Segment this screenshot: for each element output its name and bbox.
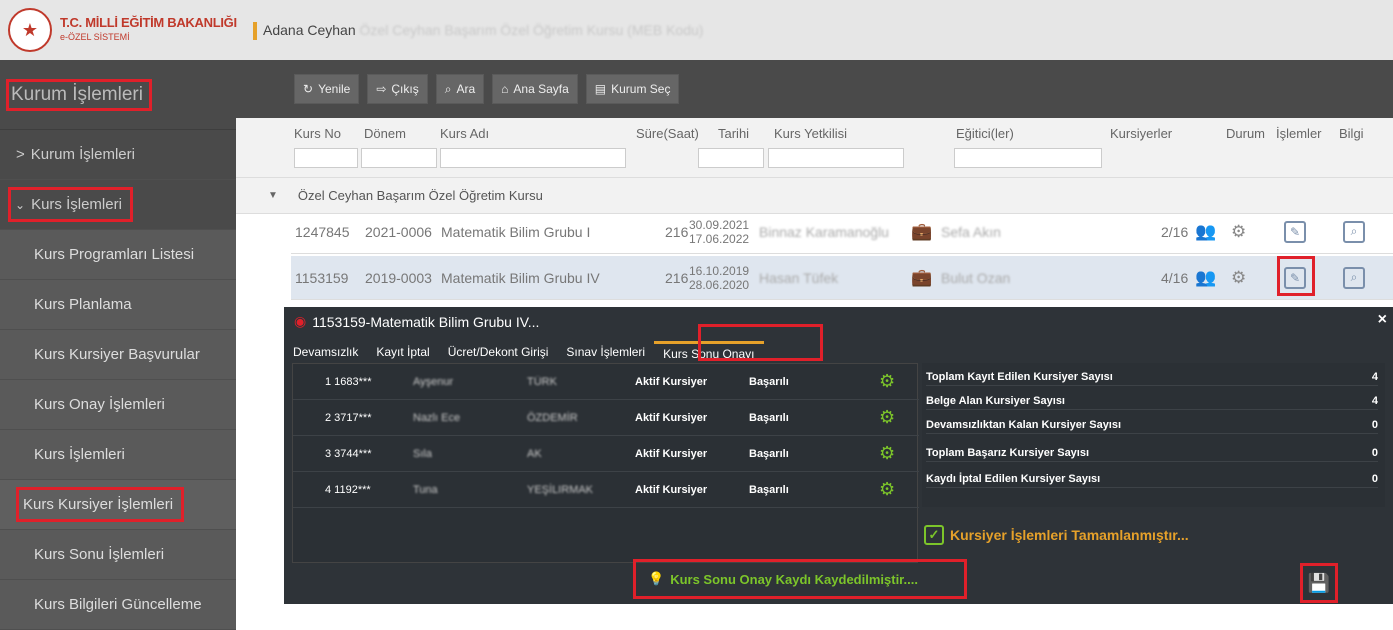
institution-icon: ▤ bbox=[594, 82, 607, 96]
saved-message: 💡 Kurs Sonu Onay Kaydı Kaydedilmiştir...… bbox=[633, 559, 967, 599]
stat-certificate: Belge Alan Kursiyer Sayısı 4 bbox=[926, 395, 1378, 410]
refresh-icon: ↻ bbox=[303, 82, 314, 96]
col-durum[interactable]: Durum bbox=[1226, 126, 1265, 141]
home-icon: ⌂ bbox=[501, 82, 509, 96]
lightbulb-icon: 💡 bbox=[648, 571, 665, 586]
sidebar-item-kurs-sonu-islemleri[interactable]: Kurs Sonu İşlemleri bbox=[0, 530, 236, 580]
tab-highlight bbox=[698, 324, 823, 361]
sidebar-item-kurs-onay-islemleri[interactable]: Kurs Onay İşlemleri bbox=[0, 380, 236, 430]
course-end-dialog: ◉ 1153159-Matematik Bilim Grubu IV... × … bbox=[284, 307, 1393, 604]
stat-failed: Toplam Başarız Kursiyer Sayısı 0 bbox=[926, 447, 1378, 462]
stats-panel: Toplam Kayıt Edilen Kursiyer Sayısı 4 Bel… bbox=[922, 363, 1385, 507]
stat-cancelled: Kaydı İptal Edilen Kursiyer Sayısı 0 bbox=[926, 473, 1378, 488]
grid-header: Kurs No Dönem Kurs Adı Süre(Saat) Tarihi… bbox=[236, 118, 1393, 178]
filter-donem[interactable] bbox=[361, 148, 437, 168]
edit-note-highlight bbox=[1277, 256, 1315, 296]
tab-kayit-iptal[interactable]: Kayıt İptal bbox=[367, 341, 438, 363]
meb-logo[interactable]: ★ T.C. MİLLİ EĞİTİM BAKANLIĞI e-ÖZEL SİS… bbox=[8, 8, 237, 52]
toolbar: ↻ Yenile ⇨ Çıkış ⌕ Ara ⌂ Ana Sayfa ▤ Kurum Se… bbox=[236, 60, 1393, 118]
refresh-button[interactable]: ↻ Yenile bbox=[294, 74, 360, 104]
exit-icon: ⇨ bbox=[376, 82, 387, 96]
col-bilgi[interactable]: Bilgi bbox=[1339, 126, 1364, 141]
gear-icon[interactable]: ⚙ bbox=[1231, 268, 1246, 288]
check-icon: ✓ bbox=[924, 525, 944, 545]
sidebar-item-kurum-islemleri[interactable]: > Kurum İşlemleri bbox=[0, 130, 236, 180]
logo-subtitle: e-ÖZEL SİSTEMİ bbox=[60, 32, 130, 42]
save-icon: 💾 bbox=[1307, 572, 1331, 593]
users-icon[interactable]: 👥 bbox=[1195, 268, 1216, 288]
filter-egitici[interactable] bbox=[954, 148, 1102, 168]
sidebar-header[interactable]: Kurum İşlemleri bbox=[0, 60, 236, 130]
list-item[interactable]: 1 1683*** Ayşenur TÜRK Aktif Kursiyer Ba… bbox=[293, 364, 919, 400]
tab-ucret-dekont[interactable]: Ücret/Dekont Girişi bbox=[439, 341, 558, 363]
close-icon[interactable]: × bbox=[1378, 311, 1387, 329]
sidebar-item-kurs-programlari-listesi[interactable]: Kurs Programları Listesi bbox=[0, 230, 236, 280]
top-bar: ★ T.C. MİLLİ EĞİTİM BAKANLIĞI e-ÖZEL SİS… bbox=[0, 0, 1393, 60]
tab-sinav-islemleri[interactable]: Sınav İşlemleri bbox=[557, 341, 654, 363]
gear-icon[interactable]: ⚙ bbox=[1231, 222, 1246, 242]
briefcase-icon: 💼 bbox=[911, 221, 933, 241]
gear-icon[interactable]: ⚙ bbox=[879, 371, 895, 392]
col-tarihi[interactable]: Tarihi bbox=[718, 126, 749, 141]
sidebar-item-kurs-islemleri[interactable]: ⌄ Kurs İşlemleri bbox=[0, 180, 236, 230]
col-kurs-yetkilisi[interactable]: Kurs Yetkilisi bbox=[774, 126, 847, 141]
dialog-title: ◉ 1153159-Matematik Bilim Grubu IV... bbox=[294, 313, 540, 330]
sidebar-item-kurs-bilgileri-guncelleme[interactable]: Kurs Bilgileri Güncelleme bbox=[0, 580, 236, 630]
col-donem[interactable]: Dönem bbox=[364, 126, 406, 141]
sidebar-item-kurs-islemleri-sub[interactable]: Kurs İşlemleri bbox=[0, 430, 236, 480]
sidebar-item-kurs-kursiyer-islemleri[interactable]: Kurs Kursiyer İşlemleri bbox=[0, 480, 236, 530]
list-item[interactable]: 4 1192*** Tuna YEŞİLIRMAK Aktif Kursiyer… bbox=[293, 472, 919, 508]
completion-message: ✓ Kursiyer İşlemleri Tamamlanmıştır... bbox=[924, 525, 1189, 545]
home-button[interactable]: ⌂ Ana Sayfa bbox=[492, 74, 578, 104]
title-separator bbox=[253, 22, 257, 40]
filter-kurs-adi[interactable] bbox=[440, 148, 626, 168]
filter-kurs-yetkilisi[interactable] bbox=[768, 148, 904, 168]
tab-devamsizlik[interactable]: Devamsızlık bbox=[284, 341, 367, 363]
users-icon[interactable]: 👥 bbox=[1195, 222, 1216, 242]
search-icon: ⌕ bbox=[444, 81, 452, 96]
table-row[interactable]: 1247845 2021-0006 Matematik Bilim Grubu … bbox=[291, 210, 1393, 254]
filter-kurs-no[interactable] bbox=[294, 148, 358, 168]
filter-tarihi[interactable] bbox=[698, 148, 764, 168]
group-label: Özel Ceyhan Başarım Özel Öğretim Kursu bbox=[297, 188, 543, 203]
gear-icon[interactable]: ⚙ bbox=[879, 407, 895, 428]
institution-title: Adana Ceyhan Özel Ceyhan Başarım Özel Öğ… bbox=[263, 22, 704, 38]
stat-total: Toplam Kayıt Edilen Kursiyer Sayısı 4 bbox=[926, 371, 1378, 386]
table-row-selected[interactable]: 1153159 2019-0003 Matematik Bilim Grubu … bbox=[291, 256, 1393, 300]
briefcase-icon: 💼 bbox=[911, 267, 933, 287]
edit-note-icon[interactable]: ✎ bbox=[1284, 220, 1306, 243]
save-button[interactable]: 💾 bbox=[1300, 563, 1338, 603]
col-egitici[interactable]: Eğitici(ler) bbox=[956, 126, 1014, 141]
list-item[interactable]: 2 3717*** Nazlı Ece ÖZDEMİR Aktif Kursiy… bbox=[293, 400, 919, 436]
logo-title: T.C. MİLLİ EĞİTİM BAKANLIĞI bbox=[60, 15, 237, 30]
info-search-icon[interactable]: ⌕ bbox=[1343, 266, 1365, 289]
dialog-tabs: Devamsızlık Kayıt İptal Ücret/Dekont Gir… bbox=[284, 335, 764, 363]
col-kurs-adi[interactable]: Kurs Adı bbox=[440, 126, 489, 141]
col-islemler[interactable]: İşlemler bbox=[1276, 126, 1322, 141]
search-button[interactable]: ⌕ Ara bbox=[435, 74, 485, 104]
gear-icon[interactable]: ⚙ bbox=[879, 443, 895, 464]
institution-title-blurred: Özel Ceyhan Başarım Özel Öğretim Kursu (… bbox=[359, 22, 704, 38]
col-sure[interactable]: Süre(Saat) bbox=[636, 126, 699, 141]
stat-absence: Devamsızlıktan Kalan Kursiyer Sayısı 0 bbox=[926, 419, 1378, 434]
alert-icon: ◉ bbox=[294, 313, 307, 329]
gear-icon[interactable]: ⚙ bbox=[879, 479, 895, 500]
info-search-icon[interactable]: ⌕ bbox=[1343, 220, 1365, 243]
exit-button[interactable]: ⇨ Çıkış bbox=[367, 74, 428, 104]
students-table: 1 1683*** Ayşenur TÜRK Aktif Kursiyer Ba… bbox=[292, 363, 919, 563]
list-item[interactable]: 3 3744*** Sıla AK Aktif Kursiyer Başarıl… bbox=[293, 436, 919, 472]
col-kursiyerler[interactable]: Kursiyerler bbox=[1110, 126, 1172, 141]
sidebar-item-kurs-kursiyer-basvurular[interactable]: Kurs Kursiyer Başvurular bbox=[0, 330, 236, 380]
meb-emblem-icon: ★ bbox=[8, 8, 52, 52]
col-kurs-no[interactable]: Kurs No bbox=[294, 126, 341, 141]
group-row[interactable]: ▼ Özel Ceyhan Başarım Özel Öğretim Kursu bbox=[236, 178, 1393, 214]
sidebar-title: Kurum İşlemleri bbox=[6, 78, 152, 111]
select-institution-button[interactable]: ▤ Kurum Seç bbox=[585, 74, 680, 104]
collapse-arrow-icon[interactable]: ▼ bbox=[268, 190, 278, 201]
sidebar-item-kurs-planlama[interactable]: Kurs Planlama bbox=[0, 280, 236, 330]
sidebar: Kurum İşlemleri > Kurum İşlemleri ⌄ Kurs İ… bbox=[0, 60, 236, 630]
